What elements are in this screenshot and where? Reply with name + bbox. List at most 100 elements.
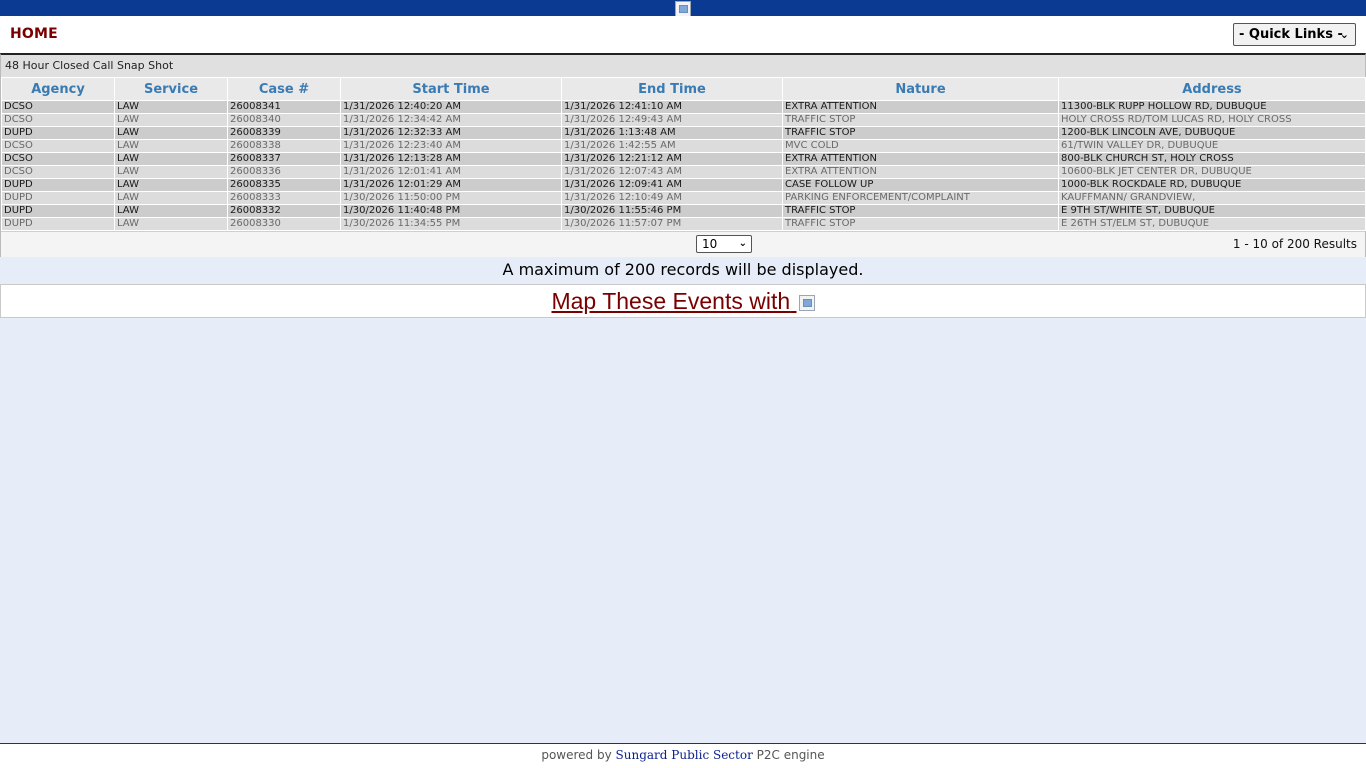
cell-end-time: 1/31/2026 12:49:43 AM bbox=[561, 113, 783, 127]
cell-start-time: 1/30/2026 11:34:55 PM bbox=[340, 217, 562, 231]
table-row[interactable]: DCSO LAW 26008336 1/31/2026 12:01:41 AM 1/31… bbox=[1, 165, 1366, 179]
page-size-value: 10 bbox=[702, 237, 718, 251]
cell-address: E 9TH ST/WHITE ST, DUBUQUE bbox=[1058, 204, 1366, 218]
table-row[interactable]: DCSO LAW 26008340 1/31/2026 12:34:42 AM 1/31… bbox=[1, 113, 1366, 127]
cell-agency: DCSO bbox=[1, 165, 115, 179]
cell-case-number: 26008335 bbox=[227, 178, 341, 192]
table-row[interactable]: DUPD LAW 26008333 1/30/2026 11:50:00 PM 1/31… bbox=[1, 191, 1366, 205]
cell-address: 800-BLK CHURCH ST, HOLY CROSS bbox=[1058, 152, 1366, 166]
cell-agency: DCSO bbox=[1, 139, 115, 153]
cell-agency: DUPD bbox=[1, 191, 115, 205]
footer-vendor: Sungard Public Sector bbox=[615, 748, 753, 762]
cell-service: LAW bbox=[114, 100, 228, 114]
cell-address: KAUFFMANN/ GRANDVIEW, bbox=[1058, 191, 1366, 205]
calls-table: Agency Service Case # Start Time End Tim… bbox=[1, 77, 1366, 231]
chevron-down-icon: ⌄ bbox=[1339, 28, 1349, 41]
cell-agency: DUPD bbox=[1, 126, 115, 140]
cell-nature: EXTRA ATTENTION bbox=[782, 100, 1059, 114]
cell-service: LAW bbox=[114, 165, 228, 179]
footer: powered by Sungard Public Sector P2C eng… bbox=[0, 744, 1366, 768]
cell-case-number: 26008330 bbox=[227, 217, 341, 231]
table-row[interactable]: DUPD LAW 26008330 1/30/2026 11:34:55 PM 1/30… bbox=[1, 217, 1366, 231]
table-row[interactable]: DUPD LAW 26008339 1/31/2026 12:32:33 AM 1/31… bbox=[1, 126, 1366, 140]
cell-address: 11300-BLK RUPP HOLLOW RD, DUBUQUE bbox=[1058, 100, 1366, 114]
column-header-agency[interactable]: Agency bbox=[1, 77, 115, 101]
footer-suffix: P2C engine bbox=[756, 748, 825, 762]
cell-service: LAW bbox=[114, 178, 228, 192]
cell-service: LAW bbox=[114, 191, 228, 205]
table-row[interactable]: DCSO LAW 26008341 1/31/2026 12:40:20 AM 1/31… bbox=[1, 100, 1366, 114]
cell-case-number: 26008333 bbox=[227, 191, 341, 205]
cell-start-time: 1/31/2026 12:40:20 AM bbox=[340, 100, 562, 114]
cell-address: 1200-BLK LINCOLN AVE, DUBUQUE bbox=[1058, 126, 1366, 140]
cell-end-time: 1/31/2026 12:07:43 AM bbox=[561, 165, 783, 179]
cell-agency: DCSO bbox=[1, 113, 115, 127]
cell-end-time: 1/31/2026 12:10:49 AM bbox=[561, 191, 783, 205]
table-row[interactable]: DCSO LAW 26008337 1/31/2026 12:13:28 AM 1/31… bbox=[1, 152, 1366, 166]
home-link[interactable]: HOME bbox=[10, 26, 58, 42]
max-records-notice: A maximum of 200 records will be display… bbox=[502, 260, 864, 279]
column-header-start-time[interactable]: Start Time bbox=[340, 77, 562, 101]
cell-nature: EXTRA ATTENTION bbox=[782, 152, 1059, 166]
table-row[interactable]: DUPD LAW 26008332 1/30/2026 11:40:48 PM 1/30… bbox=[1, 204, 1366, 218]
table-row[interactable]: DCSO LAW 26008338 1/31/2026 12:23:40 AM 1/31… bbox=[1, 139, 1366, 153]
table-row[interactable]: DUPD LAW 26008335 1/31/2026 12:01:29 AM 1/31… bbox=[1, 178, 1366, 192]
map-provider-logo-icon bbox=[798, 295, 815, 311]
cell-agency: DCSO bbox=[1, 152, 115, 166]
cell-case-number: 26008332 bbox=[227, 204, 341, 218]
column-header-nature[interactable]: Nature bbox=[782, 77, 1059, 101]
cell-nature: TRAFFIC STOP bbox=[782, 126, 1059, 140]
map-events-box: Map These Events with bbox=[0, 284, 1366, 318]
column-header-address[interactable]: Address bbox=[1058, 77, 1366, 101]
cell-nature: TRAFFIC STOP bbox=[782, 204, 1059, 218]
cell-address: 61/TWIN VALLEY DR, DUBUQUE bbox=[1058, 139, 1366, 153]
cell-nature: EXTRA ATTENTION bbox=[782, 165, 1059, 179]
page-size-select[interactable]: 10 ⌄ bbox=[696, 235, 752, 253]
cell-start-time: 1/31/2026 12:13:28 AM bbox=[340, 152, 562, 166]
cell-end-time: 1/31/2026 12:21:12 AM bbox=[561, 152, 783, 166]
cell-agency: DUPD bbox=[1, 217, 115, 231]
quick-links-select[interactable]: - Quick Links - ⌄ bbox=[1233, 23, 1356, 46]
cell-nature: TRAFFIC STOP bbox=[782, 217, 1059, 231]
cell-case-number: 26008336 bbox=[227, 165, 341, 179]
cell-start-time: 1/31/2026 12:23:40 AM bbox=[340, 139, 562, 153]
cell-case-number: 26008337 bbox=[227, 152, 341, 166]
cell-agency: DUPD bbox=[1, 204, 115, 218]
cell-case-number: 26008340 bbox=[227, 113, 341, 127]
map-events-link[interactable]: Map These Events with bbox=[551, 288, 815, 315]
column-header-service[interactable]: Service bbox=[114, 77, 228, 101]
cell-nature: MVC COLD bbox=[782, 139, 1059, 153]
column-header-end-time[interactable]: End Time bbox=[561, 77, 783, 101]
cell-service: LAW bbox=[114, 113, 228, 127]
quick-links-label: - Quick Links - bbox=[1239, 27, 1343, 42]
cell-start-time: 1/31/2026 12:01:41 AM bbox=[340, 165, 562, 179]
header-row: Agency Service Case # Start Time End Tim… bbox=[1, 77, 1366, 101]
cell-service: LAW bbox=[114, 217, 228, 231]
cell-nature: CASE FOLLOW UP bbox=[782, 178, 1059, 192]
cell-address: 1000-BLK ROCKDALE RD, DUBUQUE bbox=[1058, 178, 1366, 192]
cell-service: LAW bbox=[114, 152, 228, 166]
cell-address: E 26TH ST/ELM ST, DUBUQUE bbox=[1058, 217, 1366, 231]
cell-end-time: 1/31/2026 12:41:10 AM bbox=[561, 100, 783, 114]
cell-start-time: 1/30/2026 11:40:48 PM bbox=[340, 204, 562, 218]
cell-service: LAW bbox=[114, 126, 228, 140]
cell-start-time: 1/31/2026 12:32:33 AM bbox=[340, 126, 562, 140]
column-header-case[interactable]: Case # bbox=[227, 77, 341, 101]
cell-start-time: 1/31/2026 12:01:29 AM bbox=[340, 178, 562, 192]
cell-end-time: 1/30/2026 11:57:07 PM bbox=[561, 217, 783, 231]
cell-nature: TRAFFIC STOP bbox=[782, 113, 1059, 127]
banner-image-icon bbox=[675, 1, 691, 17]
cell-case-number: 26008339 bbox=[227, 126, 341, 140]
pager: 10 ⌄ 1 - 10 of 200 Results bbox=[1, 231, 1365, 257]
cell-agency: DUPD bbox=[1, 178, 115, 192]
cell-agency: DCSO bbox=[1, 100, 115, 114]
cell-address: HOLY CROSS RD/TOM LUCAS RD, HOLY CROSS bbox=[1058, 113, 1366, 127]
cell-case-number: 26008338 bbox=[227, 139, 341, 153]
results-count: 1 - 10 of 200 Results bbox=[1232, 237, 1357, 251]
cell-nature: PARKING ENFORCEMENT/COMPLAINT bbox=[782, 191, 1059, 205]
cell-start-time: 1/31/2026 12:34:42 AM bbox=[340, 113, 562, 127]
grid-caption: 48 Hour Closed Call Snap Shot bbox=[1, 55, 1365, 77]
cell-case-number: 26008341 bbox=[227, 100, 341, 114]
cell-end-time: 1/31/2026 1:42:55 AM bbox=[561, 139, 783, 153]
cell-end-time: 1/31/2026 1:13:48 AM bbox=[561, 126, 783, 140]
